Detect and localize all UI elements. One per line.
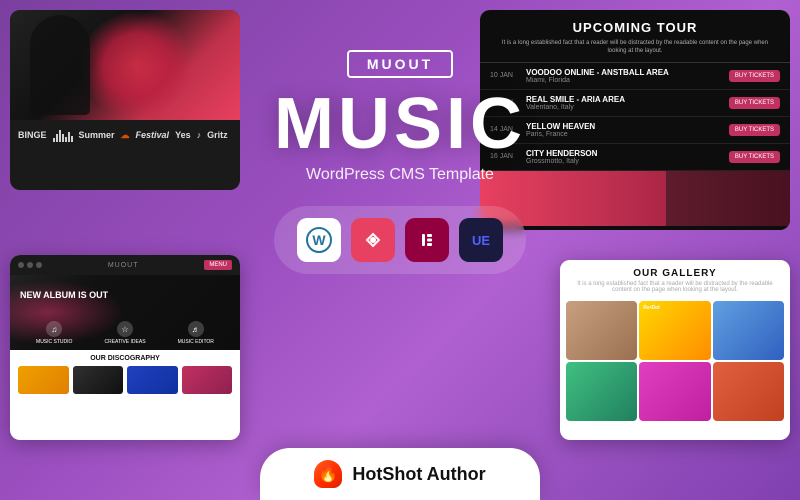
top-left-panel: BINGE Summer ☁ Festival Yes ♪ Gritz: [10, 10, 240, 190]
tour-row: 12 JAN REAL SMILE - ARIA AREA Valentano,…: [480, 90, 790, 117]
discography-title: OUR DISCOGRAPHY: [18, 355, 232, 362]
gallery-grid: [560, 297, 790, 427]
gallery-header: OUR GALLERY It is a long established fac…: [560, 260, 790, 297]
buy-tickets-btn-4[interactable]: BUY TICKETS: [729, 151, 780, 163]
logos-row: BINGE Summer ☁ Festival Yes ♪ Gritz: [10, 120, 240, 150]
gallery-cell-1: [566, 301, 637, 360]
author-name: HotShot Author: [352, 464, 485, 485]
thumb-1: [18, 366, 69, 394]
upcoming-tour-panel: UPCOMING TOUR It is a long established f…: [480, 10, 790, 230]
main-title: MUSIC: [274, 88, 526, 160]
tour-title: UPCOMING TOUR: [480, 10, 790, 39]
logo-waveform: [53, 128, 73, 142]
dot-2: [27, 262, 33, 268]
tour-rows: 10 JAN VOODOO ONLINE - ANSTBALL AREA Mia…: [480, 62, 790, 171]
logo-music-note: ♪: [197, 130, 202, 140]
tour-location: Miami, Florida: [526, 77, 729, 84]
logo-festival: Festival: [136, 130, 170, 140]
svg-text:W: W: [312, 232, 326, 248]
gallery-subtitle: It is a long established fact that a rea…: [570, 281, 780, 293]
thumb-3: [127, 366, 178, 394]
gallery-panel: OUR GALLERY It is a long established fac…: [560, 260, 790, 440]
wp-preview-panel: MUOUT MENU NEW ALBUM IS OUT ♫ MUSIC STUD…: [10, 255, 240, 440]
thumb-4: [182, 366, 233, 394]
icon-label-3: MUSIC EDITOR: [178, 339, 214, 345]
wp-hero-icons: ♫ MUSIC STUDIO ☆ CREATIVE IDEAS ♬ MUSIC …: [10, 321, 240, 345]
tour-info: VOODOO ONLINE - ANSTBALL AREA Miami, Flo…: [518, 68, 729, 84]
tour-venue: YELLOW HEAVEN: [526, 122, 729, 131]
wp-nav-btn[interactable]: MENU: [204, 260, 232, 270]
tour-location: Grossmotto, Italy: [526, 158, 729, 165]
wp-header: MUOUT MENU: [10, 255, 240, 275]
quix-icon: [351, 218, 395, 262]
center-content: MUOUT MUSIC WordPress CMS Template W: [274, 50, 526, 274]
brand-label: MUOUT: [347, 50, 453, 78]
tour-subtitle: It is a long established fact that a rea…: [480, 39, 790, 62]
logo-script: Gritz: [207, 130, 228, 140]
elementor-icon: [405, 218, 449, 262]
thumb-2: [73, 366, 124, 394]
gallery-cell-2: [639, 301, 710, 360]
wp-logo-text: MUOUT: [108, 262, 139, 269]
buy-tickets-btn-3[interactable]: BUY TICKETS: [729, 124, 780, 136]
dot-1: [18, 262, 24, 268]
wp-dots: [18, 262, 42, 268]
gallery-cell-6: [713, 362, 784, 421]
star-icon: ☆: [117, 321, 133, 337]
note-icon: ♬: [188, 321, 204, 337]
tour-photo: [480, 171, 790, 226]
gallery-title: OUR GALLERY: [570, 268, 780, 279]
logo-binge: BINGE: [18, 130, 47, 140]
wp-thumbnails: [18, 366, 232, 394]
tour-venue: REAL SMILE - ARIA AREA: [526, 95, 729, 104]
music-icon: ♫: [46, 321, 62, 337]
tour-location: Valentano, Italy: [526, 104, 729, 111]
wp-hero: NEW ALBUM IS OUT ♫ MUSIC STUDIO ☆ CREATI…: [10, 275, 240, 350]
tour-row: 16 JAN CITY HENDERSON Grossmotto, Italy …: [480, 144, 790, 171]
plugins-row: W UE: [274, 206, 526, 274]
logo-summer: Summer: [79, 130, 115, 140]
tour-row: 14 JAN YELLOW HEAVEN Paris, France BUY T…: [480, 117, 790, 144]
logo-yes: Yes: [175, 130, 191, 140]
ultimate-icon: UE: [459, 218, 503, 262]
wp-icon-3: ♬ MUSIC EDITOR: [178, 321, 214, 345]
tour-info: REAL SMILE - ARIA AREA Valentano, Italy: [518, 95, 729, 111]
buy-tickets-btn-2[interactable]: BUY TICKETS: [729, 97, 780, 109]
icon-label-2: CREATIVE IDEAS: [105, 339, 146, 345]
gallery-cell-3: [713, 301, 784, 360]
wp-icon-2: ☆ CREATIVE IDEAS: [105, 321, 146, 345]
figure-silhouette: [30, 15, 90, 115]
wp-hero-text: NEW ALBUM IS OUT: [20, 290, 108, 300]
wp-icon-1: ♫ MUSIC STUDIO: [36, 321, 72, 345]
svg-text:UE: UE: [472, 233, 490, 248]
tour-location: Paris, France: [526, 131, 729, 138]
tour-row: 10 JAN VOODOO ONLINE - ANSTBALL AREA Mia…: [480, 63, 790, 90]
tour-venue: VOODOO ONLINE - ANSTBALL AREA: [526, 68, 729, 77]
discography-section: OUR DISCOGRAPHY: [10, 350, 240, 399]
tour-info: YELLOW HEAVEN Paris, France: [518, 122, 729, 138]
tour-info: CITY HENDERSON Grossmotto, Italy: [518, 149, 729, 165]
flame-icon: [314, 460, 342, 488]
tour-venue: CITY HENDERSON: [526, 149, 729, 158]
author-bar: HotShot Author: [260, 448, 540, 500]
gallery-cell-4: [566, 362, 637, 421]
wordpress-icon: W: [297, 218, 341, 262]
logo-soundcloud: ☁: [121, 130, 130, 141]
gallery-cell-5: [639, 362, 710, 421]
hero-photo: [10, 10, 240, 120]
icon-label-1: MUSIC STUDIO: [36, 339, 72, 345]
dot-3: [36, 262, 42, 268]
buy-tickets-btn-1[interactable]: BUY TICKETS: [729, 70, 780, 82]
subtitle: WordPress CMS Template: [274, 166, 526, 184]
